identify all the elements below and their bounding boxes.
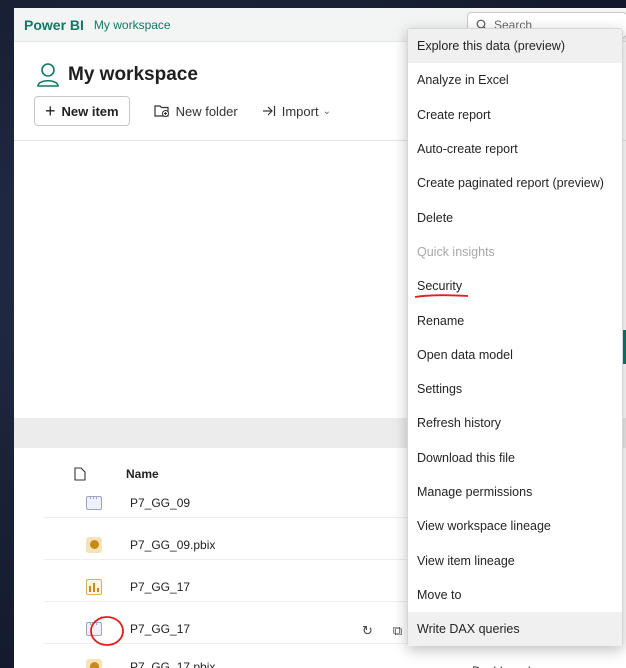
menu-item-refresh-history[interactable]: Refresh history [408,406,622,440]
menu-item-analyze-in-excel[interactable]: Analyze in Excel [408,63,622,97]
folder-add-icon [153,105,169,117]
item-name[interactable]: P7_GG_09.pbix [130,538,215,552]
table-row[interactable]: P7_GG_09.pbix [44,530,464,560]
new-item-label: New item [61,103,119,119]
menu-item-view-item-lineage[interactable]: View item lineage [408,543,622,577]
menu-item-auto-create-report[interactable]: Auto-create report [408,132,622,166]
dataset-icon [86,493,102,510]
breadcrumb[interactable]: My workspace [94,18,171,32]
new-item-button[interactable]: + New item [34,96,130,126]
menu-item-label: Create paginated report (preview) [417,176,604,191]
item-name[interactable]: P7_GG_17.pbix [130,660,215,668]
menu-item-rename[interactable]: Rename [408,303,622,337]
menu-item-label: Analyze in Excel [417,73,509,88]
new-folder-button[interactable]: New folder [153,103,238,119]
new-folder-label: New folder [175,103,238,119]
menu-item-label: Create report [417,107,491,122]
menu-item-label: Write DAX queries [417,622,520,637]
menu-item-write-dax-queries[interactable]: Write DAX queries [408,612,622,647]
menu-item-explore-data[interactable]: Explore this data (preview) [408,29,622,64]
menu-item-delete[interactable]: Delete [408,200,622,234]
menu-item-label: Refresh history [417,416,502,431]
dashboard-icon [86,658,102,668]
item-name[interactable]: P7_GG_09 [130,496,190,510]
menu-item-label: Move to [417,587,462,602]
menu-item-label: Security [417,279,463,294]
red-circle-annotation [90,616,124,646]
menu-item-label: View item lineage [417,553,515,568]
menu-item-label: Quick insights [417,244,495,259]
menu-item-label: Auto-create report [417,142,518,157]
menu-item-create-paginated-report[interactable]: Create paginated report (preview) [408,166,622,200]
menu-item-move-to[interactable]: Move to [408,578,622,612]
brand-logo[interactable]: Power BI [24,17,84,33]
import-label: Import [281,103,319,119]
red-underline-annotation [414,294,469,298]
item-type: Dashboard [472,664,531,668]
table-row[interactable]: P7_GG_09 [44,488,464,518]
menu-item-label: Delete [417,210,454,225]
table-row[interactable]: P7_GG_17.pbix [44,652,464,668]
menu-item-label: Explore this data (preview) [417,39,565,54]
report-icon [86,578,102,595]
refresh-icon[interactable]: ↻ [362,623,373,639]
dashboard-icon [86,536,102,553]
import-button[interactable]: Import ⌄ [262,104,331,119]
menu-item-label: Manage permissions [417,485,533,499]
workspace-toolbar: + New item New folder Import ⌄ [34,96,331,126]
schedule-refresh-icon[interactable]: ⧉ [393,623,402,639]
file-type-icon [74,467,86,481]
table-row[interactable]: P7_GG_17 [44,572,464,602]
item-name[interactable]: P7_GG_17 [130,580,190,594]
menu-item-quick-insights: Quick insights [408,235,622,269]
menu-item-label: Rename [417,313,465,328]
menu-item-view-workspace-lineage[interactable]: View workspace lineage [408,509,622,543]
workspace-title: My workspace [68,64,198,85]
chevron-down-icon: ⌄ [322,105,331,117]
menu-item-create-report[interactable]: Create report [408,98,622,132]
menu-item-label: View workspace lineage [417,519,551,534]
menu-item-label: Settings [417,382,463,397]
menu-item-label: Download this file [417,450,515,465]
page-title: My workspace [36,62,198,88]
menu-item-security[interactable]: Security [408,269,622,303]
menu-item-manage-permissions[interactable]: Manage permissions [408,475,622,509]
import-arrow-icon [262,106,275,116]
plus-icon: + [45,101,56,121]
item-name[interactable]: P7_GG_17 [130,622,190,636]
menu-item-settings[interactable]: Settings [408,372,622,406]
workspace-user-icon [37,63,59,87]
menu-item-open-data-model[interactable]: Open data model [408,338,622,372]
name-column-header[interactable]: Name [126,467,159,481]
menu-item-label: Open data model [417,347,513,362]
context-menu: Explore this data (preview) Analyze in E… [407,28,623,647]
menu-item-download-file[interactable]: Download this file [408,441,622,475]
